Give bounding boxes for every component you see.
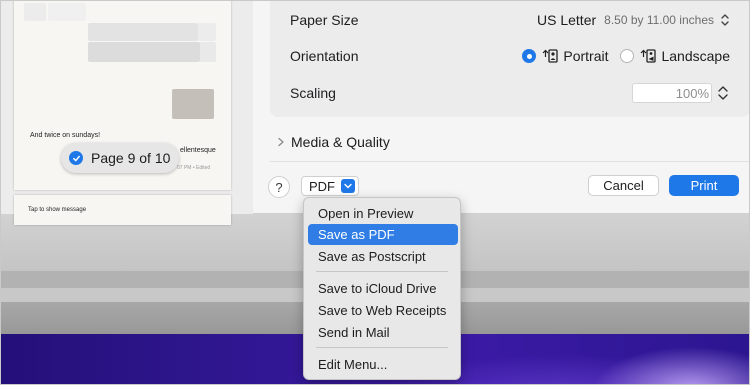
blurred-content: [48, 3, 86, 21]
menu-item-save-as-pdf[interactable]: Save as PDF: [308, 224, 458, 245]
pdf-label: PDF: [309, 178, 335, 194]
pdf-menu-button[interactable]: PDF: [301, 176, 359, 196]
blurred-content: [200, 42, 216, 62]
pdf-dropdown-menu: Open in Preview Save as PDF Save as Post…: [303, 197, 461, 380]
blurred-image: [172, 89, 214, 119]
menu-item-save-to-web-receipts[interactable]: Save to Web Receipts: [308, 300, 458, 321]
cancel-button[interactable]: Cancel: [588, 175, 659, 196]
media-quality-label: Media & Quality: [291, 134, 390, 150]
paper-size-row: Paper Size US Letter 8.50 by 11.00 inche…: [290, 5, 730, 35]
menu-item-save-as-postscript[interactable]: Save as Postscript: [308, 246, 458, 267]
landscape-orientation-icon: [641, 49, 657, 63]
blurred-content: [24, 3, 46, 21]
landscape-radio[interactable]: [620, 49, 635, 63]
paper-size-detail: 8.50 by 11.00 inches: [604, 13, 714, 27]
media-quality-disclosure[interactable]: Media & Quality: [277, 132, 390, 152]
message-text: And twice on sundays!: [30, 132, 101, 139]
paper-size-value: US Letter: [537, 12, 597, 28]
menu-item-save-to-icloud-drive[interactable]: Save to iCloud Drive: [308, 278, 458, 299]
blurred-content: [88, 42, 200, 62]
portrait-label[interactable]: Portrait: [563, 48, 608, 64]
print-button[interactable]: Print: [669, 175, 739, 196]
checkmark-icon: [69, 151, 83, 165]
orientation-options: Portrait Landscape: [522, 48, 730, 64]
menu-separator: [316, 271, 448, 272]
page-indicator: Page 9 of 10: [91, 150, 171, 166]
menu-item-open-in-preview[interactable]: Open in Preview: [308, 203, 458, 224]
scaling-input[interactable]: 100%: [632, 83, 712, 103]
print-settings-panel: Paper Size US Letter 8.50 by 11.00 inche…: [270, 1, 749, 117]
message-text: Tap to show message: [28, 207, 87, 213]
menu-separator: [316, 347, 448, 348]
portrait-orientation-icon: [542, 49, 559, 63]
message-text: ellentesque: [180, 147, 216, 154]
scaling-label: Scaling: [290, 85, 336, 101]
blurred-content: [198, 23, 216, 41]
preview-page: Tap to show message: [14, 195, 231, 225]
orientation-label: Orientation: [290, 48, 359, 64]
portrait-radio[interactable]: [522, 49, 537, 63]
scaling-row: Scaling 100%: [290, 78, 730, 108]
message-timestamp: 07 PM • Edited: [177, 165, 211, 171]
orientation-row: Orientation Portrait Landscape: [290, 41, 730, 71]
print-dialog: And twice on sundays! ellentesque 07 PM …: [1, 1, 749, 225]
chevron-right-icon: [278, 137, 284, 147]
menu-item-edit-menu[interactable]: Edit Menu...: [308, 354, 458, 375]
page-selected-badge[interactable]: Page 9 of 10: [61, 143, 179, 173]
screenshot-frame: And twice on sundays! ellentesque 07 PM …: [0, 0, 750, 385]
divider: [270, 161, 749, 162]
menu-item-send-in-mail[interactable]: Send in Mail: [308, 322, 458, 343]
paper-size-popup[interactable]: US Letter 8.50 by 11.00 inches: [537, 12, 730, 28]
paper-size-label: Paper Size: [290, 12, 359, 28]
blurred-content: [88, 23, 198, 41]
landscape-label[interactable]: Landscape: [661, 48, 730, 64]
chevron-down-icon: [341, 179, 355, 193]
print-preview-pane[interactable]: And twice on sundays! ellentesque 07 PM …: [1, 1, 253, 225]
scaling-control: 100%: [632, 83, 730, 103]
stepper-icon[interactable]: [716, 85, 730, 101]
updown-chevron-icon: [721, 14, 729, 26]
help-button[interactable]: ?: [268, 176, 290, 198]
